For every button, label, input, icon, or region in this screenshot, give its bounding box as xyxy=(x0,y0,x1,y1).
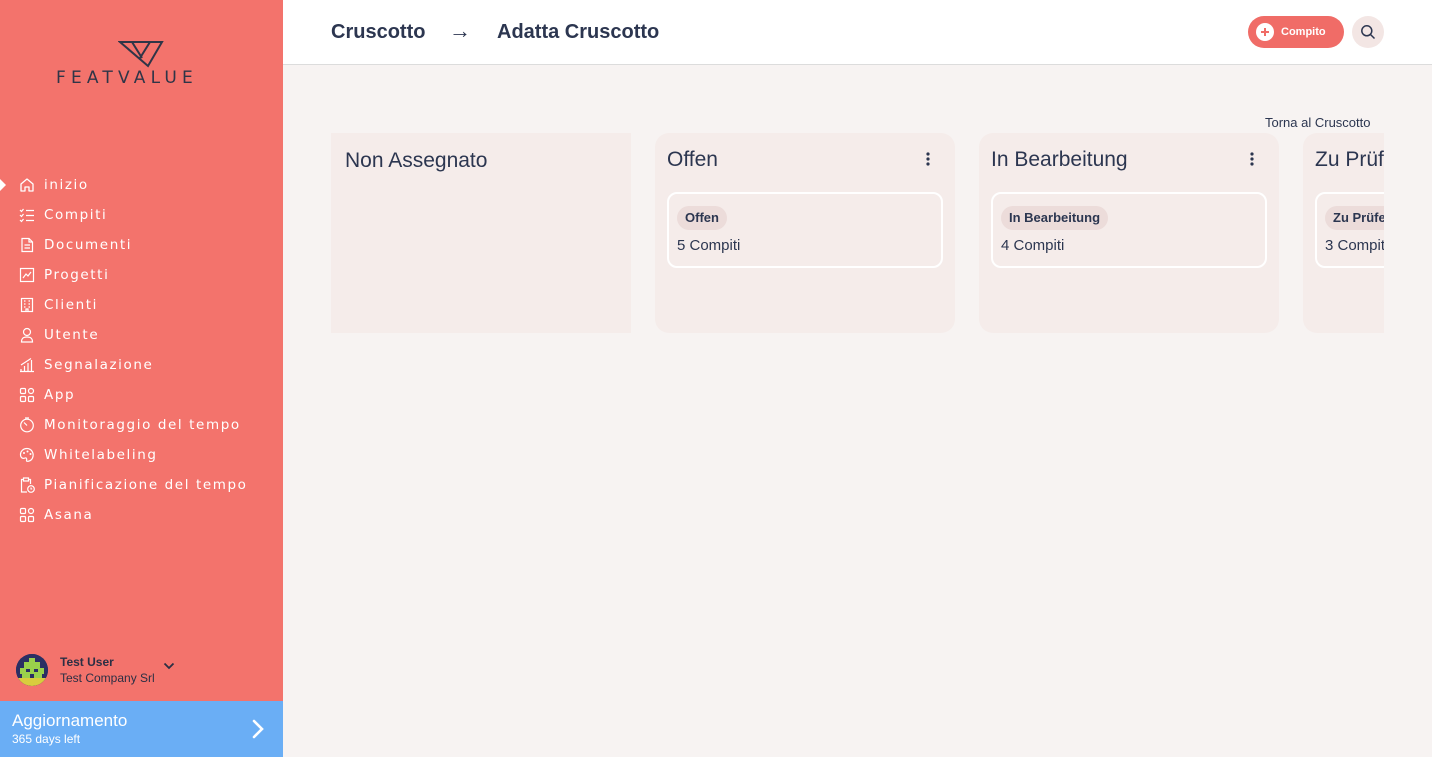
home-icon xyxy=(18,176,36,194)
task-count: 4 Compiti xyxy=(1001,237,1065,254)
logo-text: FEATVALUE xyxy=(56,68,198,88)
back-to-dashboard-link[interactable]: Torna al Cruscotto xyxy=(1265,115,1371,130)
breadcrumb-arrow-icon: → xyxy=(449,18,471,43)
sidebar-item-compiti[interactable]: Compiti xyxy=(0,200,283,230)
plus-icon xyxy=(1256,23,1274,41)
user-info: Test User Test Company Srl xyxy=(60,655,155,686)
palette-icon xyxy=(18,446,36,464)
sidebar-item-label: Compiti xyxy=(44,207,108,223)
column-in-bearbeitung[interactable]: In Bearbeitung In Bearbeitung 4 Compiti xyxy=(979,133,1279,333)
search-icon xyxy=(1361,25,1376,40)
signal-bars-icon xyxy=(18,356,36,374)
sidebar-item-inizio[interactable]: inizio xyxy=(0,170,283,200)
column-title: Offen xyxy=(667,148,718,171)
column-title: Non Assegnato xyxy=(345,149,488,172)
sidebar-item-utente[interactable]: Utente xyxy=(0,320,283,350)
sidebar-item-pianificazione[interactable]: Pianificazione del tempo xyxy=(0,470,283,500)
user-company: Test Company Srl xyxy=(60,670,155,685)
sidebar-item-label: App xyxy=(44,387,76,403)
top-header: Cruscotto → Adatta Cruscotto Compito xyxy=(283,0,1432,65)
status-card[interactable]: Offen 5 Compiti xyxy=(667,192,943,268)
sidebar-item-label: Utente xyxy=(44,327,100,343)
status-card[interactable]: In Bearbeitung 4 Compiti xyxy=(991,192,1267,268)
sidebar-item-label: inizio xyxy=(44,177,89,193)
breadcrumb-dashboard[interactable]: Cruscotto xyxy=(331,21,425,44)
column-title: Zu Prüfen xyxy=(1315,148,1384,171)
sidebar-item-label: Whitelabeling xyxy=(44,447,158,463)
sidebar-item-monitoraggio[interactable]: Monitoraggio del tempo xyxy=(0,410,283,440)
chart-icon xyxy=(18,266,36,284)
chevron-right-icon xyxy=(250,718,266,745)
sidebar-item-label: Clienti xyxy=(44,297,99,313)
upgrade-subtitle: 365 days left xyxy=(12,732,81,746)
apps-icon xyxy=(18,386,36,404)
sidebar-item-label: Documenti xyxy=(44,237,133,253)
apps-icon xyxy=(18,506,36,524)
sidebar-item-label: Segnalazione xyxy=(44,357,154,373)
column-offen[interactable]: Offen Offen 5 Compiti xyxy=(655,133,955,333)
sidebar-nav: inizio Compiti Documenti Progetti Client… xyxy=(0,170,283,530)
task-count: 5 Compiti xyxy=(677,237,741,254)
breadcrumb-current: Adatta Cruscotto xyxy=(497,21,660,43)
column-unassigned[interactable]: Non Assegnato xyxy=(331,133,631,333)
new-task-label: Compito xyxy=(1281,26,1326,38)
clipboard-clock-icon xyxy=(18,476,36,494)
user-icon xyxy=(18,326,36,344)
new-task-button[interactable]: Compito xyxy=(1248,16,1344,48)
document-icon xyxy=(18,236,36,254)
avatar xyxy=(16,654,48,686)
column-zu-pruefen[interactable]: Zu Prüfen Zu Prüfen 3 Compiti xyxy=(1303,133,1384,333)
more-vertical-icon[interactable] xyxy=(1245,151,1259,169)
sidebar-item-app[interactable]: App xyxy=(0,380,283,410)
kanban-board: Non Assegnato Offen Offen 5 Compiti In B… xyxy=(331,133,1384,333)
timer-icon xyxy=(18,416,36,434)
building-icon xyxy=(18,296,36,314)
chevron-down-icon[interactable] xyxy=(163,657,175,675)
sidebar-item-asana[interactable]: Asana xyxy=(0,500,283,530)
active-caret-icon xyxy=(0,179,6,191)
user-name: Test User xyxy=(60,654,114,669)
status-badge: Zu Prüfen xyxy=(1325,206,1384,230)
logo-mark-icon xyxy=(118,41,164,68)
column-title: In Bearbeitung xyxy=(991,148,1128,171)
sidebar-item-label: Pianificazione del tempo xyxy=(44,477,248,493)
sidebar-item-whitelabeling[interactable]: Whitelabeling xyxy=(0,440,283,470)
more-vertical-icon[interactable] xyxy=(921,151,935,169)
sidebar: FEATVALUE inizio Compiti Documenti Proge… xyxy=(0,0,283,757)
sidebar-item-documenti[interactable]: Documenti xyxy=(0,230,283,260)
sidebar-item-segnalazione[interactable]: Segnalazione xyxy=(0,350,283,380)
sidebar-item-label: Progetti xyxy=(44,267,110,283)
upgrade-title: Aggiornamento xyxy=(12,711,128,730)
status-card[interactable]: Zu Prüfen 3 Compiti xyxy=(1315,192,1384,268)
task-count: 3 Compiti xyxy=(1325,237,1384,254)
user-menu[interactable]: Test User Test Company Srl xyxy=(16,652,276,688)
search-button[interactable] xyxy=(1352,16,1384,48)
status-badge: Offen xyxy=(677,206,727,230)
logo[interactable]: FEATVALUE xyxy=(56,40,226,90)
sidebar-item-progetti[interactable]: Progetti xyxy=(0,260,283,290)
sidebar-item-clienti[interactable]: Clienti xyxy=(0,290,283,320)
status-badge: In Bearbeitung xyxy=(1001,206,1109,230)
sidebar-item-label: Asana xyxy=(44,507,94,523)
upgrade-banner[interactable]: Aggiornamento 365 days left xyxy=(0,701,283,757)
sidebar-item-label: Monitoraggio del tempo xyxy=(44,417,241,433)
checklist-icon xyxy=(18,206,36,224)
